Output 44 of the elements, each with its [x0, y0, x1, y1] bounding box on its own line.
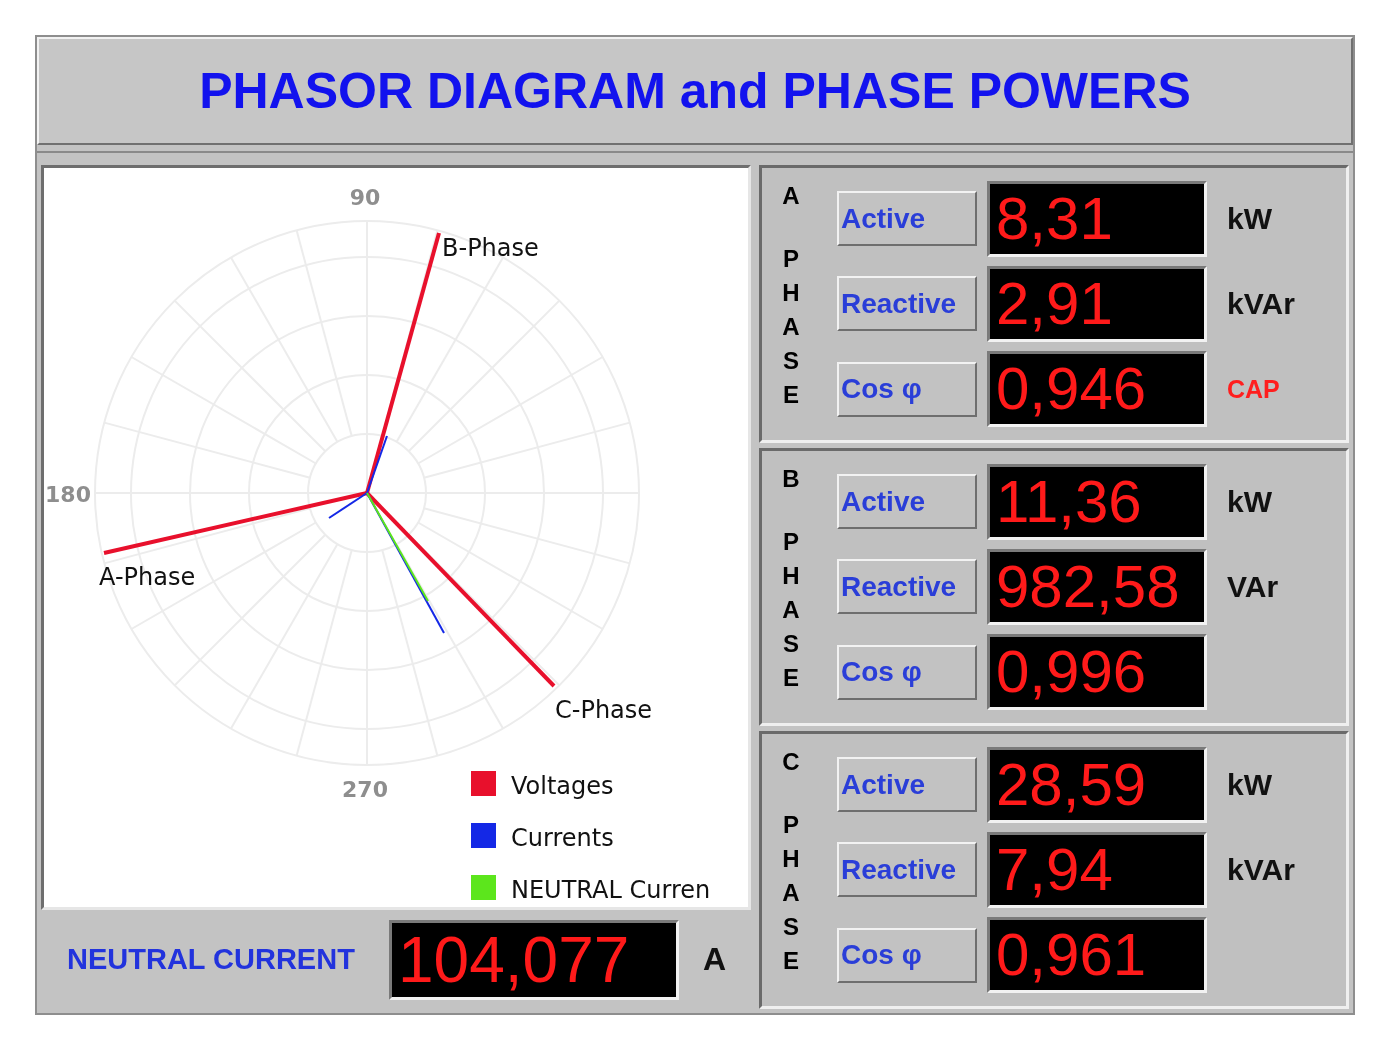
phasor-label: C-Phase — [555, 696, 653, 724]
angle-label: 90 — [349, 185, 381, 210]
unit-label: VAr — [1227, 570, 1279, 603]
value-display: 11,36 — [987, 463, 1207, 540]
phase-word: PHASE — [781, 244, 801, 410]
quantity-label: Reactive — [837, 559, 977, 615]
unit-label: kVAr — [1227, 287, 1295, 320]
legend-label: Voltages — [511, 772, 614, 800]
unit-label: kVAr — [1227, 853, 1295, 886]
value-display: 7,94 — [987, 832, 1207, 908]
phase-word: PHASE — [781, 810, 801, 976]
load-type-indicator: CAP — [1227, 374, 1280, 403]
panel-title: PHASOR DIAGRAM and PHASE POWERS — [199, 62, 1191, 120]
phase-word: PHASE — [781, 527, 801, 693]
unit-label: kW — [1227, 767, 1272, 801]
value-display: 0,946 — [987, 351, 1207, 428]
angle-label: 180 — [45, 482, 91, 507]
value-display: 0,961 — [987, 917, 1207, 994]
value-display: 8,31 — [987, 180, 1207, 257]
angle-label: 270 — [342, 777, 388, 802]
phase-letter: B — [782, 467, 800, 491]
neutral-current-label: NEUTRAL CURRENT — [67, 943, 355, 976]
quantity-label: Active — [837, 474, 977, 530]
unit-label: kW — [1227, 484, 1272, 518]
value-display: 28,59 — [987, 746, 1207, 823]
quantity-label: Cos φ — [837, 644, 977, 700]
quantity-label: Cos φ — [837, 927, 977, 983]
value-display: 104,077 — [389, 919, 679, 1000]
quantity-label: Active — [837, 757, 977, 813]
phasor-label: B-Phase — [442, 234, 539, 262]
phasor-label: A-Phase — [99, 563, 196, 591]
quantity-label: Reactive — [837, 842, 977, 898]
value-display: 0,996 — [987, 634, 1207, 711]
value-display: 982,58 — [987, 549, 1207, 625]
quantity-label: Reactive — [837, 276, 977, 332]
quantity-label: Active — [837, 191, 977, 247]
legend-label: Currents — [511, 824, 614, 852]
unit-label: A — [703, 941, 727, 978]
value-display: 2,91 — [987, 266, 1207, 342]
unit-label: kW — [1227, 201, 1272, 235]
quantity-label: Cos φ — [837, 361, 977, 417]
phase-letter: C — [782, 750, 800, 774]
phase-letter: A — [782, 184, 800, 208]
legend-label: NEUTRAL Curren — [511, 876, 711, 904]
